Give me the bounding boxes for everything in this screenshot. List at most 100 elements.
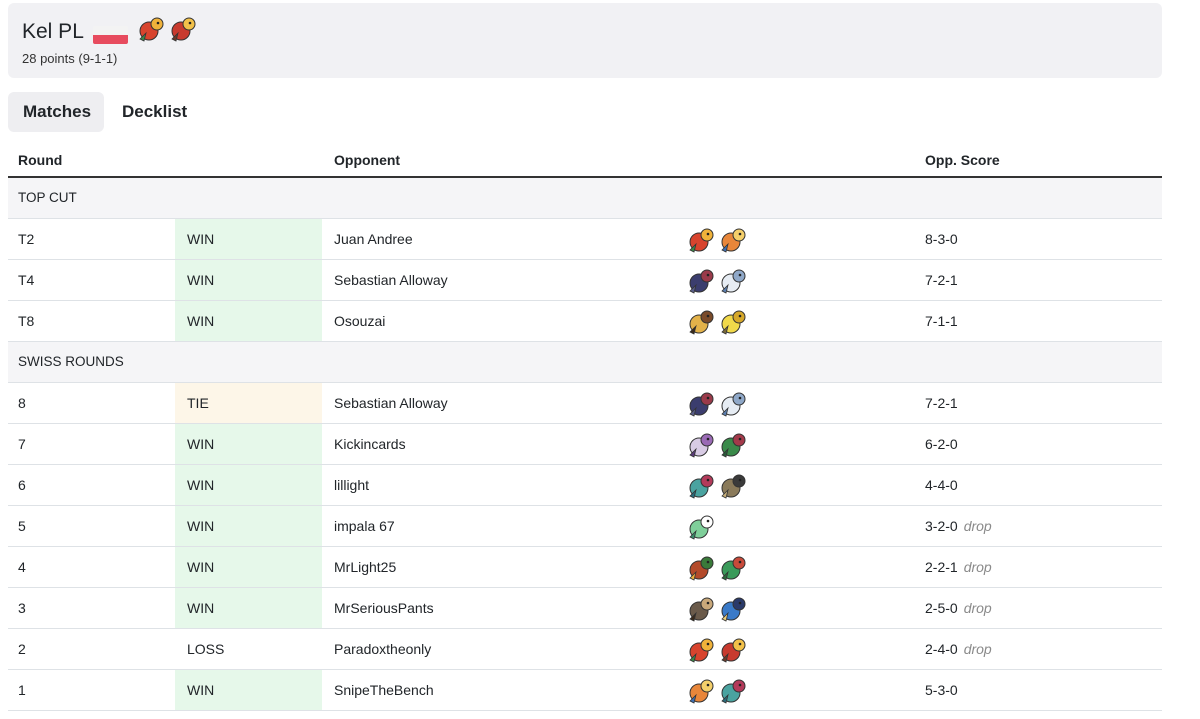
opp-score-value: 5-3-0 (925, 682, 958, 698)
opponent-deck-icons[interactable] (686, 635, 750, 663)
drop-label: drop (963, 518, 992, 534)
section-label: TOP CUT (18, 190, 77, 205)
round-cell: 1 (18, 682, 26, 698)
opp-score-value: 6-2-0 (925, 436, 958, 452)
column-header-opp-score: Opp. Score (925, 152, 1000, 168)
opp-score-cell: 4-4-0 (925, 465, 958, 505)
column-header-round: Round (18, 152, 63, 168)
dusknoir-icon (721, 474, 746, 499)
table-row[interactable]: T8 WIN Osouzai 7-1-1 (8, 301, 1162, 342)
result-cell: WIN (175, 424, 322, 464)
opponent-deck-icons[interactable] (686, 676, 750, 704)
opponent-link[interactable]: Sebastian Alloway (334, 260, 448, 300)
result-cell: WIN (175, 588, 322, 628)
armarouge-icon (171, 17, 196, 42)
opponent-link[interactable]: Sebastian Alloway (334, 383, 448, 423)
ogerpon-icon (721, 433, 746, 458)
opponent-link[interactable]: MrSeriousPants (334, 588, 434, 628)
opp-score-value: 7-2-1 (925, 272, 958, 288)
joltik-icon (721, 310, 746, 335)
table-row[interactable]: 4 WIN MrLight25 2-2-1 drop (8, 547, 1162, 588)
table-row[interactable]: 2 LOSS Paradoxtheonly 2-4-0 drop (8, 629, 1162, 670)
round-cell: 4 (18, 559, 26, 575)
opp-score-cell: 7-1-1 (925, 301, 958, 341)
opp-score-cell: 6-2-0 (925, 424, 958, 464)
opp-score-cell: 8-3-0 (925, 219, 958, 259)
table-row[interactable]: 8 TIE Sebastian Alloway 7-2-1 (8, 383, 1162, 424)
drop-label: drop (963, 600, 992, 616)
opponent-deck-icons[interactable] (686, 225, 750, 253)
drop-label: drop (963, 641, 992, 657)
result-cell: WIN (175, 260, 322, 300)
section-label: SWISS ROUNDS (18, 354, 124, 369)
round-cell: 3 (18, 600, 26, 616)
opp-score-value: 7-1-1 (925, 313, 958, 329)
matches-table: Round Opponent Opp. Score TOP CUT T2 WIN Ju… (8, 142, 1162, 711)
player-header: Kel PL 28 points (9-1-1) (8, 3, 1162, 78)
cetitan-icon (721, 392, 746, 417)
opp-score-value: 7-2-1 (925, 395, 958, 411)
lucario-icon (721, 597, 746, 622)
opponent-link[interactable]: MrLight25 (334, 547, 396, 587)
opp-score-cell: 2-4-0 drop (925, 629, 992, 669)
table-row[interactable]: 3 WIN MrSeriousPants 2-5-0 drop (8, 588, 1162, 629)
charizard-icon (689, 679, 714, 704)
result-cell: WIN (175, 506, 322, 546)
result-cell: WIN (175, 219, 322, 259)
round-cell: T8 (18, 313, 35, 329)
result-cell: WIN (175, 301, 322, 341)
dragapult-icon (721, 679, 746, 704)
zoroark-icon (689, 269, 714, 294)
section-row: TOP CUT (8, 178, 1162, 219)
round-cell: 8 (18, 395, 26, 411)
opponent-deck-icons[interactable] (686, 430, 750, 458)
ho-oh-icon (139, 17, 164, 42)
round-cell: 7 (18, 436, 26, 452)
opponent-deck-icons[interactable] (686, 471, 750, 499)
mewtwo-icon (689, 433, 714, 458)
result-cell: WIN (175, 547, 322, 587)
drop-label: drop (963, 559, 992, 575)
opponent-link[interactable]: impala 67 (334, 506, 395, 546)
table-row[interactable]: T4 WIN Sebastian Alloway 7-2-1 (8, 260, 1162, 301)
round-cell: T2 (18, 231, 35, 247)
tab-matches[interactable]: Matches (8, 92, 104, 132)
opp-score-cell: 2-5-0 drop (925, 588, 992, 628)
table-header: Round Opponent Opp. Score (8, 142, 1162, 178)
result-cell: TIE (175, 383, 322, 423)
girafarig-icon (689, 310, 714, 335)
table-row[interactable]: 7 WIN Kickincards 6-2-0 (8, 424, 1162, 465)
opponent-link[interactable]: Kickincards (334, 424, 406, 464)
opponent-deck-icons[interactable] (686, 594, 750, 622)
opponent-link[interactable]: Juan Andree (334, 219, 413, 259)
gardevoir-icon (689, 515, 714, 540)
dragapult-icon (689, 474, 714, 499)
opponent-deck-icons[interactable] (686, 266, 750, 294)
player-record: 28 points (9-1-1) (22, 51, 118, 66)
opp-score-value: 8-3-0 (925, 231, 958, 247)
tab-decklist[interactable]: Decklist (107, 92, 201, 132)
round-cell: 5 (18, 518, 26, 534)
column-header-opponent: Opponent (334, 152, 401, 168)
result-cell: WIN (175, 465, 322, 505)
opponent-link[interactable]: Osouzai (334, 301, 385, 341)
opp-score-value: 2-4-0 (925, 641, 958, 657)
player-name: Kel PL (22, 20, 84, 43)
table-row[interactable]: 6 WIN lillight 4-4-0 (8, 465, 1162, 506)
opponent-deck-icons[interactable] (686, 307, 750, 335)
player-deck-icons (136, 15, 200, 43)
ho-oh-icon (689, 228, 714, 253)
table-row[interactable]: T2 WIN Juan Andree 8-3-0 (8, 219, 1162, 260)
opp-score-value: 2-2-1 (925, 559, 958, 575)
table-row[interactable]: 5 WIN impala 67 3-2-0 drop (8, 506, 1162, 547)
opponent-link[interactable]: Paradoxtheonly (334, 629, 431, 669)
opponent-link[interactable]: SnipeTheBench (334, 670, 434, 710)
ogerpon-hearthflame-icon (689, 556, 714, 581)
table-row[interactable]: 1 WIN SnipeTheBench 5-3-0 (8, 670, 1162, 711)
opponent-deck-icons[interactable] (686, 553, 750, 581)
opponent-link[interactable]: lillight (334, 465, 369, 505)
opponent-deck-icons[interactable] (686, 512, 718, 540)
opp-score-value: 4-4-0 (925, 477, 958, 493)
opp-score-cell: 7-2-1 (925, 383, 958, 423)
opponent-deck-icons[interactable] (686, 389, 750, 417)
